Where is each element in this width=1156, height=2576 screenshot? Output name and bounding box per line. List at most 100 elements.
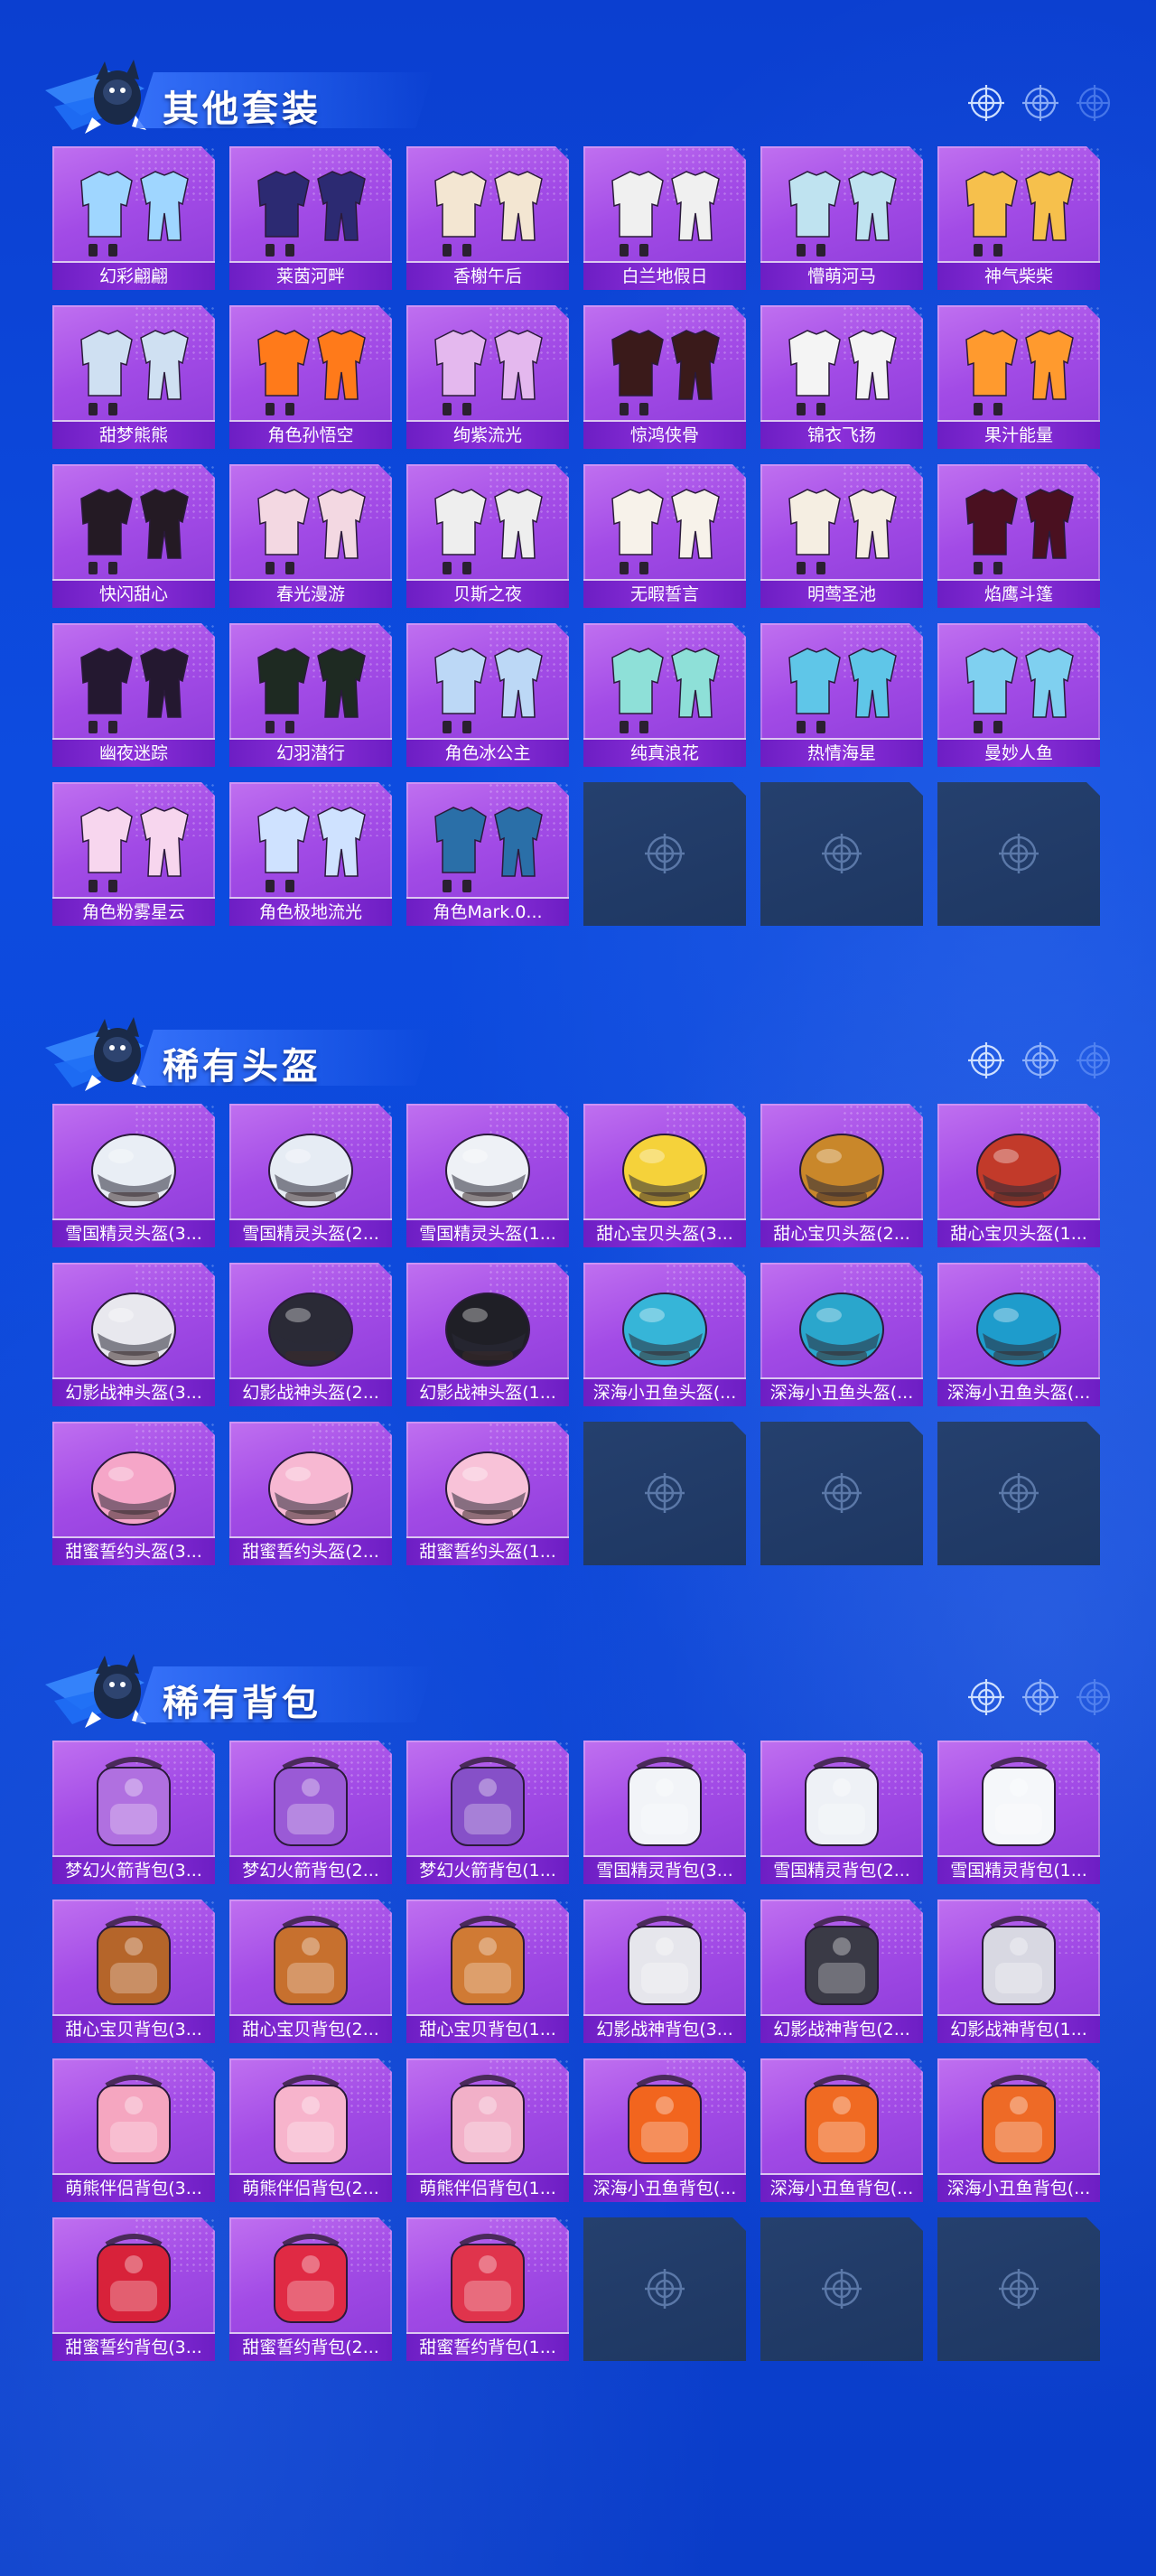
item-name-label: 萌熊伴侣背包(2...: [229, 2173, 392, 2202]
item-card[interactable]: 深海小丑鱼头盔(...: [937, 1263, 1100, 1406]
item-card[interactable]: 角色Mark.0...: [406, 782, 569, 926]
item-card[interactable]: 神气柴柴: [937, 146, 1100, 290]
item-card[interactable]: 甜蜜誓约背包(2...: [229, 2217, 392, 2361]
item-card[interactable]: 幽夜迷踪: [52, 623, 215, 767]
item-card[interactable]: 甜心宝贝头盔(1...: [937, 1104, 1100, 1247]
item-card[interactable]: 甜蜜誓约背包(3...: [52, 2217, 215, 2361]
item-name-label: 角色Mark.0...: [406, 897, 569, 926]
item-card[interactable]: 春光漫游: [229, 464, 392, 608]
item-card[interactable]: 甜心宝贝头盔(2...: [760, 1104, 923, 1247]
helmet-sweetheart-lv1-icon: [976, 1134, 1061, 1208]
item-card[interactable]: 甜梦熊熊: [52, 305, 215, 449]
item-card[interactable]: 雪国精灵头盔(3...: [52, 1104, 215, 1247]
item-card[interactable]: 热情海星: [760, 623, 923, 767]
item-card[interactable]: 深海小丑鱼背包(...: [583, 2058, 746, 2202]
backpack-snowman-lv2-icon: [805, 1757, 879, 1846]
section-title: 其他套装: [163, 89, 322, 130]
character-ice-princess-icon: [434, 648, 543, 733]
item-card[interactable]: 幻影战神头盔(1...: [406, 1263, 569, 1406]
section-other-outfits: 其他套装 幻彩翩翩 莱茵河畔 香榭午后 白兰地假日 懵萌河马 神气柴柴甜梦熊熊 角色孙悟空绚…: [0, 45, 1156, 957]
item-card[interactable]: 萌熊伴侣背包(1...: [406, 2058, 569, 2202]
helmet-phantom-lv1-icon: [445, 1293, 530, 1367]
item-card[interactable]: 深海小丑鱼头盔(...: [583, 1263, 746, 1406]
item-card[interactable]: 懵萌河马: [760, 146, 923, 290]
item-card[interactable]: 明莺圣池: [760, 464, 923, 608]
item-card[interactable]: 梦幻火箭背包(2...: [229, 1741, 392, 1884]
outfit-white-robe-icon: [788, 330, 897, 415]
item-name-label: 深海小丑鱼背包(...: [583, 2173, 746, 2202]
item-card[interactable]: 莱茵河畔: [229, 146, 392, 290]
item-card[interactable]: 甜蜜誓约头盔(2...: [229, 1422, 392, 1565]
item-card[interactable]: 幻影战神背包(3...: [583, 1899, 746, 2043]
outfit-pastel-icon: [80, 171, 189, 257]
backpack-bear-lv3-icon: [97, 2075, 171, 2164]
backpack-dream-rocket-lv2-icon: [274, 1757, 348, 1846]
item-card[interactable]: 深海小丑鱼背包(...: [937, 2058, 1100, 2202]
helmet-snow-spirit-lv3-icon: [91, 1134, 176, 1208]
item-card[interactable]: 白兰地假日: [583, 146, 746, 290]
item-card[interactable]: 角色孙悟空: [229, 305, 392, 449]
item-name-label: 深海小丑鱼头盔(...: [937, 1377, 1100, 1406]
item-card[interactable]: 萌熊伴侣背包(3...: [52, 2058, 215, 2202]
item-card[interactable]: 果汁能量: [937, 305, 1100, 449]
item-name-label: 深海小丑鱼背包(...: [760, 2173, 923, 2202]
backpack-bear-lv1-icon: [451, 2075, 525, 2164]
backpack-bear-lv2-icon: [274, 2075, 348, 2164]
item-name-label: 无暇誓言: [583, 579, 746, 608]
item-card[interactable]: 深海小丑鱼背包(...: [760, 2058, 923, 2202]
item-card[interactable]: 角色粉雾星云: [52, 782, 215, 926]
empty-slot: [583, 782, 746, 926]
item-card[interactable]: 贝斯之夜: [406, 464, 569, 608]
item-name-label: 深海小丑鱼背包(...: [937, 2173, 1100, 2202]
item-card[interactable]: 梦幻火箭背包(1...: [406, 1741, 569, 1884]
item-card[interactable]: 曼妙人鱼: [937, 623, 1100, 767]
item-name-label: 白兰地假日: [583, 261, 746, 290]
item-name-label: 曼妙人鱼: [937, 738, 1100, 767]
item-card[interactable]: 梦幻火箭背包(3...: [52, 1741, 215, 1884]
item-card[interactable]: 幻影战神头盔(2...: [229, 1263, 392, 1406]
item-name-label: 雪国精灵头盔(2...: [229, 1218, 392, 1247]
item-card[interactable]: 香榭午后: [406, 146, 569, 290]
item-card[interactable]: 深海小丑鱼头盔(...: [760, 1263, 923, 1406]
item-card[interactable]: 甜心宝贝头盔(3...: [583, 1104, 746, 1247]
item-card[interactable]: 幻彩翩翩: [52, 146, 215, 290]
item-card[interactable]: 雪国精灵头盔(2...: [229, 1104, 392, 1247]
item-card[interactable]: 焰鹰斗篷: [937, 464, 1100, 608]
item-card[interactable]: 雪国精灵背包(3...: [583, 1741, 746, 1884]
item-card[interactable]: 幻羽潜行: [229, 623, 392, 767]
item-card[interactable]: 雪国精灵背包(1...: [937, 1741, 1100, 1884]
outfit-shiba-icon: [965, 171, 1074, 257]
item-card[interactable]: 雪国精灵头盔(1...: [406, 1104, 569, 1247]
item-card[interactable]: 甜心宝贝背包(2...: [229, 1899, 392, 2043]
item-card[interactable]: 幻影战神背包(1...: [937, 1899, 1100, 2043]
backpack-dream-rocket-lv1-icon: [451, 1757, 525, 1846]
backpack-dream-rocket-lv3-icon: [97, 1757, 171, 1846]
item-card[interactable]: 甜蜜誓约背包(1...: [406, 2217, 569, 2361]
section-header: 其他套装: [27, 45, 1111, 145]
item-name-label: 梦幻火箭背包(2...: [229, 1855, 392, 1884]
item-card[interactable]: 甜蜜誓约头盔(3...: [52, 1422, 215, 1565]
item-card[interactable]: 幻影战神头盔(3...: [52, 1263, 215, 1406]
item-name-label: 幻影战神头盔(2...: [229, 1377, 392, 1406]
crosshair-icon: [822, 2269, 862, 2309]
item-card[interactable]: 快闪甜心: [52, 464, 215, 608]
outfit-black-white-icon: [611, 171, 720, 257]
item-card[interactable]: 甜心宝贝背包(1...: [406, 1899, 569, 2043]
item-card[interactable]: 角色冰公主: [406, 623, 569, 767]
item-card[interactable]: 锦衣飞扬: [760, 305, 923, 449]
item-card[interactable]: 甜心宝贝背包(3...: [52, 1899, 215, 2043]
item-card[interactable]: 纯真浪花: [583, 623, 746, 767]
item-card[interactable]: 萌熊伴侣背包(2...: [229, 2058, 392, 2202]
backpack-phantom-lv2-icon: [805, 1916, 879, 2005]
item-card[interactable]: 角色极地流光: [229, 782, 392, 926]
item-card[interactable]: 甜蜜誓约头盔(1...: [406, 1422, 569, 1565]
item-card[interactable]: 无暇誓言: [583, 464, 746, 608]
backpack-sweetheart-lv1-icon: [451, 1916, 525, 2005]
item-card[interactable]: 绚紫流光: [406, 305, 569, 449]
item-name-label: 甜心宝贝背包(3...: [52, 2014, 215, 2043]
item-card[interactable]: 雪国精灵背包(2...: [760, 1741, 923, 1884]
item-card[interactable]: 幻影战神背包(2...: [760, 1899, 923, 2043]
helmet-sweet-vow-lv1-icon: [445, 1451, 530, 1526]
item-card[interactable]: 惊鸿侠骨: [583, 305, 746, 449]
outfit-navy-plaid-icon: [257, 171, 366, 257]
